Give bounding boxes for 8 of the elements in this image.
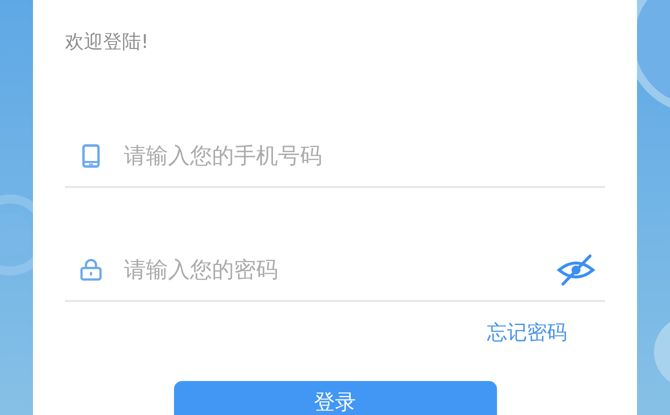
password-input[interactable]: 请输入您的密码 (124, 258, 557, 282)
phone-icon (80, 144, 102, 168)
lock-icon (80, 259, 102, 281)
eye-slash-icon[interactable] (557, 254, 595, 286)
phone-input[interactable]: 请输入您的手机号码 (124, 144, 605, 168)
forgot-password-link[interactable]: 忘记密码 (487, 320, 567, 344)
welcome-text: 欢迎登陆! (65, 30, 150, 54)
login-button[interactable]: 登录 (174, 381, 496, 415)
